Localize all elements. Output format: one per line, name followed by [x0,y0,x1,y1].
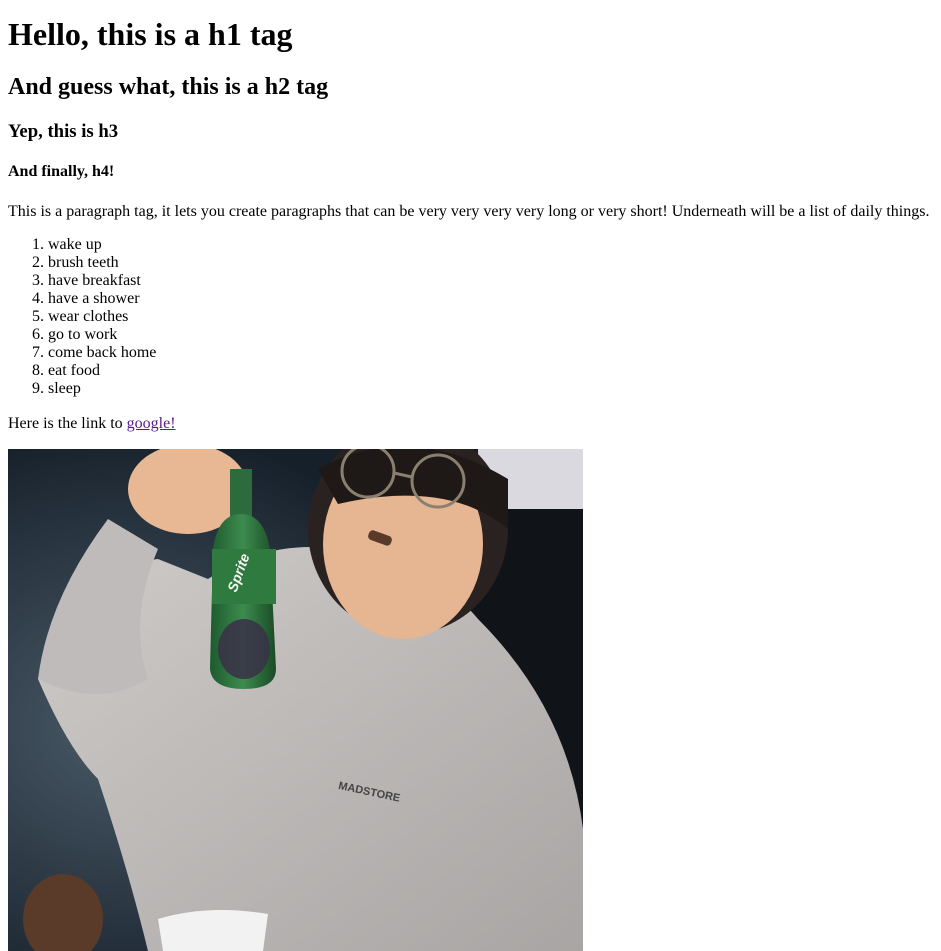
list-item-label: eat food [48,362,100,379]
list-item-label: sleep [48,380,81,397]
list-item-number: 2. [32,254,44,271]
list-item: 6. go to work [8,326,156,344]
list-item-number: 1. [32,236,44,253]
list-item: 3. have breakfast [8,272,156,290]
daily-things-list: 1. wake up 2. brush teeth 3. have breakfast… [8,236,156,398]
list-item-number: 7. [32,344,44,361]
heading-h3: Yep, this is h3 [8,121,119,142]
list-item: 8. eat food [8,362,156,380]
list-item-number: 3. [32,272,44,289]
list-item-label: wear clothes [48,308,129,325]
heading-h2: And guess what, this is a h2 tag [8,74,329,100]
list-item: 2. brush teeth [8,254,156,272]
intro-paragraph: This is a paragraph tag, it lets you cre… [8,203,930,220]
list-item-label: go to work [48,326,118,343]
photo-image: Sprite MADSTORE [8,449,583,951]
link-prefix-text: Here is the link to [8,415,127,432]
google-link[interactable]: google! [127,415,176,432]
list-item-number: 6. [32,326,44,343]
list-item-label: have a shower [48,290,140,307]
list-item-label: come back home [48,344,157,361]
list-item-number: 4. [32,290,44,307]
list-item-label: wake up [48,236,102,253]
list-item: 1. wake up [8,236,156,254]
link-paragraph: Here is the link to google! [8,414,176,434]
list-item-label: brush teeth [48,254,119,271]
list-item: 5. wear clothes [8,308,156,326]
list-item-number: 5. [32,308,44,325]
list-item: 9. sleep [8,380,156,398]
heading-h1: Hello, this is a h1 tag [8,16,293,52]
list-item: 4. have a shower [8,290,156,308]
list-item-number: 9. [32,380,44,397]
list-item-number: 8. [32,362,44,379]
heading-h4: And finally, h4! [8,163,115,180]
list-item-label: have breakfast [48,272,141,289]
list-item: 7. come back home [8,344,156,362]
